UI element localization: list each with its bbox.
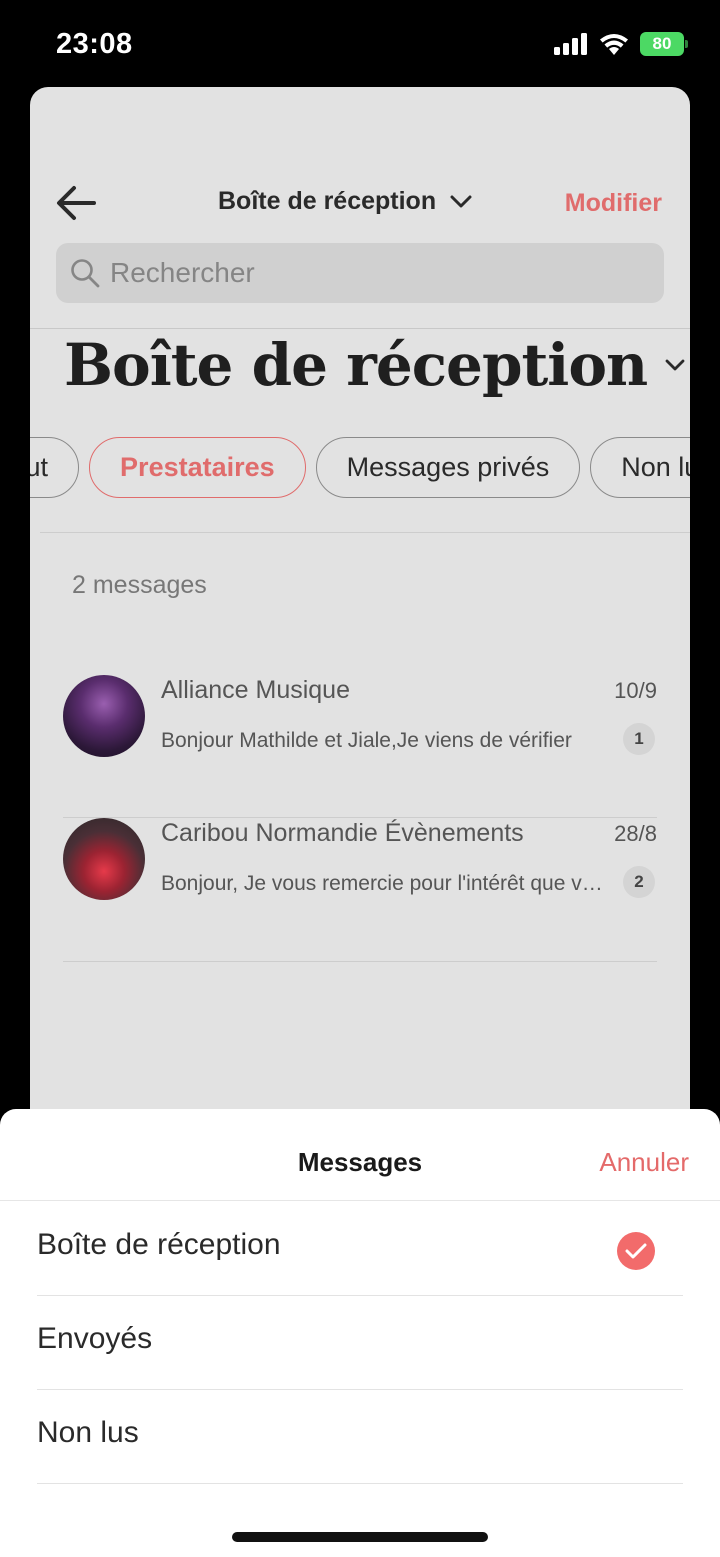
option-inbox[interactable]: Boîte de réception xyxy=(37,1202,683,1296)
divider xyxy=(30,328,690,329)
page-title-group[interactable]: Boîte de réception xyxy=(64,331,685,399)
cellular-signal-icon xyxy=(554,33,587,55)
message-preview: Bonjour Mathilde et Jiale,Je viens de vé… xyxy=(161,729,572,752)
sender-name: Caribou Normandie Évènements xyxy=(161,819,524,847)
message-preview: Bonjour, Je vous remercie pour l'intérêt… xyxy=(161,872,607,895)
home-indicator[interactable] xyxy=(232,1532,488,1542)
avatar xyxy=(63,818,145,900)
battery-icon: 80 xyxy=(640,32,688,56)
back-arrow-icon[interactable] xyxy=(54,183,98,223)
option-label: Boîte de réception xyxy=(37,1228,281,1261)
message-count: 2 messages xyxy=(72,571,207,599)
message-list: Alliance Musique 10/9 Bonjour Mathilde e… xyxy=(63,675,657,962)
cancel-button[interactable]: Annuler xyxy=(599,1147,689,1178)
nav-bar: Boîte de réception Modifier xyxy=(30,167,690,237)
wifi-icon xyxy=(600,34,628,55)
filter-chip-unread[interactable]: Non lus xyxy=(590,437,690,498)
option-label: Non lus xyxy=(37,1416,139,1449)
sheet-header: Messages Annuler xyxy=(0,1109,720,1201)
edit-button[interactable]: Modifier xyxy=(565,189,662,218)
option-sent[interactable]: Envoyés xyxy=(37,1296,683,1390)
filter-chip-label: Messages privés xyxy=(346,452,550,482)
status-icons: 80 xyxy=(554,32,688,56)
filter-chip-private-messages[interactable]: Messages privés xyxy=(315,437,581,498)
search-icon xyxy=(71,259,100,288)
unread-badge: 2 xyxy=(623,866,655,898)
sender-name: Alliance Musique xyxy=(161,676,350,704)
option-label: Envoyés xyxy=(37,1322,153,1355)
status-time: 23:08 xyxy=(56,28,133,60)
mailbox-switcher[interactable]: Boîte de réception xyxy=(218,187,472,216)
option-unread[interactable]: Non lus xyxy=(37,1390,683,1484)
filter-chips: Tout Prestataires Messages privés Non lu… xyxy=(30,437,690,498)
message-row[interactable]: Caribou Normandie Évènements 28/8 Bonjou… xyxy=(63,818,657,962)
unread-badge: 1 xyxy=(623,723,655,755)
nav-title: Boîte de réception xyxy=(218,187,437,215)
message-date: 28/8 xyxy=(614,821,657,846)
search-input[interactable]: Rechercher xyxy=(56,243,664,303)
message-date: 10/9 xyxy=(614,678,657,703)
filter-chip-label: Tout xyxy=(30,452,49,482)
mailbox-picker-sheet: Messages Annuler Boîte de réception Envo… xyxy=(0,1109,720,1557)
chevron-down-icon xyxy=(450,195,472,207)
avatar xyxy=(63,675,145,757)
message-row[interactable]: Alliance Musique 10/9 Bonjour Mathilde e… xyxy=(63,675,657,818)
filter-chip-label: Prestataires xyxy=(120,452,275,482)
divider xyxy=(40,532,690,533)
filter-chip-all[interactable]: Tout xyxy=(30,437,80,498)
checkmark-icon xyxy=(617,1232,655,1270)
status-bar: 23:08 80 xyxy=(0,0,720,88)
inbox-screen: Boîte de réception Modifier Rechercher B… xyxy=(30,87,690,1187)
filter-chip-label: Non lus xyxy=(621,452,690,482)
search-placeholder: Rechercher xyxy=(110,257,255,288)
chevron-down-icon xyxy=(665,359,685,371)
page-title: Boîte de réception xyxy=(64,331,648,399)
filter-chip-vendors[interactable]: Prestataires xyxy=(89,437,306,498)
battery-level: 80 xyxy=(652,34,672,53)
